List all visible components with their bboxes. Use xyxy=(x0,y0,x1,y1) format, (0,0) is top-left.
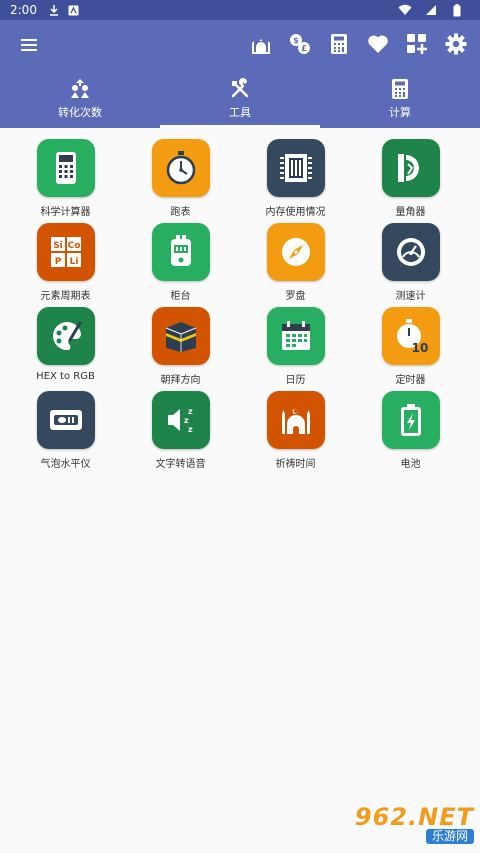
tab-tools-label: 工具 xyxy=(229,106,251,119)
tools-icon xyxy=(229,78,251,100)
tab-conversions[interactable]: 转化次数 xyxy=(0,70,160,128)
bubble-level-icon xyxy=(36,391,95,449)
svg-text:$: $ xyxy=(293,36,299,45)
tool-bubble-level[interactable]: 气泡水平仪 xyxy=(8,391,123,475)
tab-conversions-label: 转化次数 xyxy=(58,106,102,119)
tool-memory-usage[interactable]: 内存使用情况 xyxy=(238,139,353,223)
compass-icon xyxy=(266,223,325,281)
tool-timer[interactable]: 10 定时器 xyxy=(353,307,468,391)
tool-label: 元素周期表 xyxy=(40,291,91,302)
tools-panel: 科学计算器 跑表 内存使用情况 量角器 Si Co P Li 元素周期表 柜台 … xyxy=(0,128,480,853)
tool-stopwatch[interactable]: 跑表 xyxy=(123,139,238,223)
tab-tools[interactable]: 工具 xyxy=(160,70,320,128)
tool-hex-to-rgb[interactable]: HEX to RGB xyxy=(8,307,123,391)
wifi-icon xyxy=(398,3,412,17)
tool-label: 内存使用情况 xyxy=(265,207,326,218)
svg-text:P: P xyxy=(54,257,61,267)
tool-speedometer[interactable]: 测速计 xyxy=(353,223,468,307)
tool-label: 祈祷时间 xyxy=(275,459,316,470)
tool-label: 朝拜方向 xyxy=(160,375,201,386)
tool-counter[interactable]: 柜台 xyxy=(123,223,238,307)
svg-text:Co: Co xyxy=(67,241,80,251)
tools-grid: 科学计算器 跑表 内存使用情况 量角器 Si Co P Li 元素周期表 柜台 … xyxy=(0,128,480,475)
menu-icon[interactable] xyxy=(18,34,40,56)
calculator-icon[interactable] xyxy=(327,32,351,56)
tool-label: 跑表 xyxy=(170,207,191,218)
tool-qibla-direction[interactable]: 朝拜方向 xyxy=(123,307,238,391)
protractor-icon xyxy=(381,139,440,197)
tab-calculate[interactable]: 计算 xyxy=(320,70,480,128)
mosque-icon[interactable] xyxy=(249,32,273,56)
svg-text:z: z xyxy=(188,407,193,416)
svg-text:£: £ xyxy=(301,44,307,53)
tool-label: 日历 xyxy=(285,375,306,386)
kaaba-icon xyxy=(151,307,210,365)
tool-scientific-calculator[interactable]: 科学计算器 xyxy=(8,139,123,223)
tool-label: HEX to RGB xyxy=(36,371,95,382)
download-icon xyxy=(47,3,61,17)
speedometer-icon xyxy=(381,223,440,281)
svg-text:10: 10 xyxy=(411,341,428,354)
watermark-logo: 962.NET 乐游网 xyxy=(344,803,474,845)
watermark-bottom-text: 乐游网 xyxy=(425,828,474,844)
text-to-speech-icon: zzz xyxy=(151,391,210,449)
conversion-icon xyxy=(69,78,91,100)
status-bar: 2:00 xyxy=(0,0,480,20)
notification-app-icon xyxy=(67,3,81,17)
tool-label: 量角器 xyxy=(395,207,426,218)
settings-gear-icon[interactable] xyxy=(444,32,468,56)
calendar-icon xyxy=(266,307,325,365)
tool-label: 电池 xyxy=(400,459,421,470)
tool-label: 文字转语音 xyxy=(155,459,206,470)
periodic-table-icon: Si Co P Li xyxy=(36,223,95,281)
tool-label: 柜台 xyxy=(170,291,191,302)
palette-icon xyxy=(36,307,95,365)
tool-text-to-speech[interactable]: zzz 文字转语音 xyxy=(123,391,238,475)
tab-bar: 转化次数 工具 计算 xyxy=(0,70,480,128)
svg-text:z: z xyxy=(188,425,193,434)
counter-icon xyxy=(151,223,210,281)
tool-label: 气泡水平仪 xyxy=(40,459,91,470)
add-widget-icon[interactable] xyxy=(405,32,429,56)
tool-prayer-times[interactable]: 祈祷时间 xyxy=(238,391,353,475)
timer-icon: 10 xyxy=(381,307,440,365)
svg-text:Si: Si xyxy=(53,241,63,251)
battery-status-icon xyxy=(450,3,464,17)
watermark-top-text: 962.NET xyxy=(354,802,474,831)
tool-label: 科学计算器 xyxy=(40,207,91,218)
scientific-calculator-icon xyxy=(36,139,95,197)
svg-text:Li: Li xyxy=(69,257,78,267)
tool-periodic-table[interactable]: Si Co P Li 元素周期表 xyxy=(8,223,123,307)
favorite-heart-icon[interactable] xyxy=(366,32,390,56)
svg-text:z: z xyxy=(184,416,189,425)
stopwatch-icon xyxy=(151,139,210,197)
tool-label: 测速计 xyxy=(395,291,426,302)
tab-calculate-label: 计算 xyxy=(389,106,411,119)
tool-calendar[interactable]: 日历 xyxy=(238,307,353,391)
app-bar-actions: $ £ xyxy=(249,32,468,56)
status-time: 2:00 xyxy=(10,3,37,17)
app-bar: $ £ xyxy=(0,20,480,70)
memory-chip-icon xyxy=(266,139,325,197)
tool-label: 定时器 xyxy=(395,375,426,386)
tool-protractor[interactable]: 量角器 xyxy=(353,139,468,223)
battery-icon xyxy=(381,391,440,449)
currency-exchange-icon[interactable]: $ £ xyxy=(288,32,312,56)
signal-icon xyxy=(424,3,438,17)
tool-battery[interactable]: 电池 xyxy=(353,391,468,475)
calculator-icon xyxy=(389,78,411,100)
mosque-icon xyxy=(266,391,325,449)
tool-label: 罗盘 xyxy=(285,291,306,302)
tool-compass[interactable]: 罗盘 xyxy=(238,223,353,307)
